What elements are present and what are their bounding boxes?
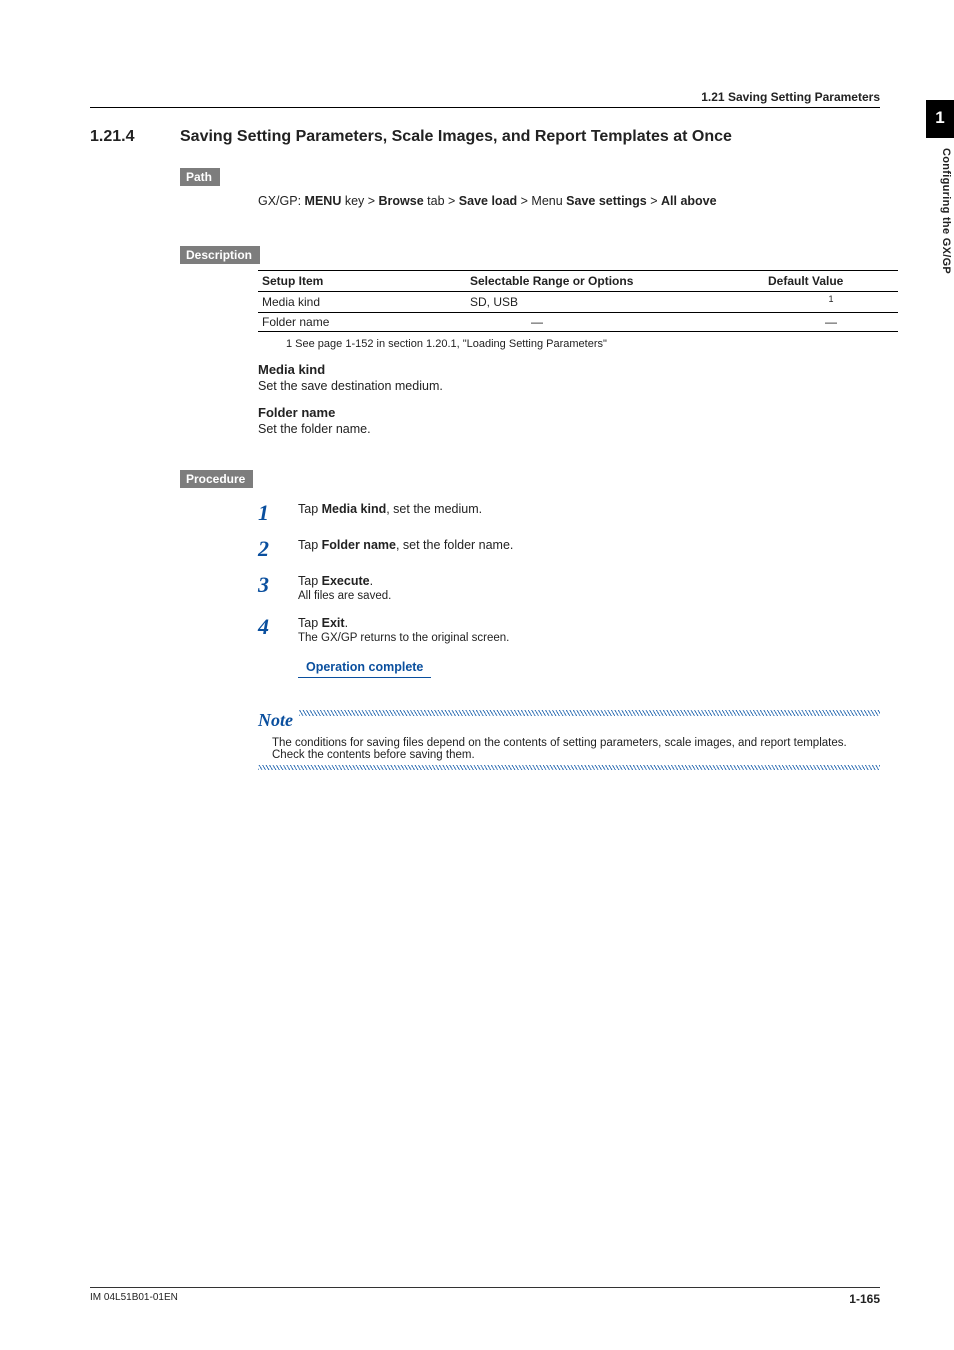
th-setup-item: Setup Item	[258, 271, 466, 292]
step-subtext: The GX/GP returns to the original screen…	[298, 632, 880, 644]
side-tab-chapter: 1	[926, 100, 954, 138]
footer-doc-id: IM 04L51B01-01EN	[90, 1292, 178, 1303]
section-number: 1.21.4	[90, 128, 180, 146]
cell-item: Media kind	[258, 292, 466, 313]
note-text: The conditions for saving files depend o…	[272, 737, 880, 761]
desc-subhead-folder: Folder name	[258, 405, 880, 420]
procedure-step: 2 Tap Folder name, set the folder name.	[258, 538, 880, 560]
section-heading: 1.21.4 Saving Setting Parameters, Scale …	[90, 128, 880, 146]
section-title: Saving Setting Parameters, Scale Images,…	[180, 128, 732, 146]
page-footer: IM 04L51B01-01EN 1-165	[90, 1287, 880, 1306]
step-number: 4	[258, 616, 298, 638]
footer-page-number: 1-165	[849, 1292, 880, 1306]
cell-options: —	[466, 313, 764, 332]
note-bottom-rule	[258, 765, 880, 770]
step-body: Tap Execute. All files are saved.	[298, 574, 880, 602]
desc-text-media: Set the save destination medium.	[258, 379, 880, 393]
badge-procedure: Procedure	[180, 470, 253, 488]
side-tab-number: 1	[935, 108, 944, 127]
side-tab-label: Configuring the GX/GP	[940, 148, 952, 274]
note-label: Note	[258, 710, 293, 731]
table-row: Folder name — —	[258, 313, 898, 332]
procedure-block: Procedure 1 Tap Media kind, set the medi…	[180, 448, 880, 770]
table-header-row: Setup Item Selectable Range or Options D…	[258, 271, 898, 292]
step-number: 3	[258, 574, 298, 596]
cell-default: 1	[764, 292, 898, 313]
cell-item: Folder name	[258, 313, 466, 332]
desc-text-folder: Set the folder name.	[258, 422, 880, 436]
step-body: Tap Media kind, set the medium.	[298, 502, 880, 516]
th-default: Default Value	[764, 271, 898, 292]
note-top-rule	[299, 710, 880, 716]
note-block: Note The conditions for saving files dep…	[258, 694, 880, 770]
step-subtext: All files are saved.	[298, 590, 880, 602]
operation-complete-label: Operation complete	[298, 658, 431, 678]
procedure-step: 4 Tap Exit. The GX/GP returns to the ori…	[258, 616, 880, 644]
th-options: Selectable Range or Options	[466, 271, 764, 292]
step-body: Tap Exit. The GX/GP returns to the origi…	[298, 616, 880, 644]
setup-table: Setup Item Selectable Range or Options D…	[258, 270, 898, 332]
procedure-step: 1 Tap Media kind, set the medium.	[258, 502, 880, 524]
path-text: GX/GP: MENU key > Browse tab > Save load…	[258, 194, 880, 208]
step-number: 1	[258, 502, 298, 524]
description-block: Description Setup Item Selectable Range …	[180, 224, 880, 436]
table-footnote: 1 See page 1-152 in section 1.20.1, "Loa…	[286, 338, 880, 350]
procedure-step: 3 Tap Execute. All files are saved.	[258, 574, 880, 602]
step-number: 2	[258, 538, 298, 560]
desc-subhead-media: Media kind	[258, 362, 880, 377]
cell-default: —	[764, 313, 898, 332]
badge-path: Path	[180, 168, 220, 186]
page-content: 1.21 Saving Setting Parameters 1.21.4 Sa…	[90, 90, 880, 770]
running-header: 1.21 Saving Setting Parameters	[90, 90, 880, 108]
table-row: Media kind SD, USB 1	[258, 292, 898, 313]
path-block: Path GX/GP: MENU key > Browse tab > Save…	[180, 146, 880, 208]
badge-description: Description	[180, 246, 260, 264]
cell-options: SD, USB	[466, 292, 764, 313]
step-body: Tap Folder name, set the folder name.	[298, 538, 880, 552]
